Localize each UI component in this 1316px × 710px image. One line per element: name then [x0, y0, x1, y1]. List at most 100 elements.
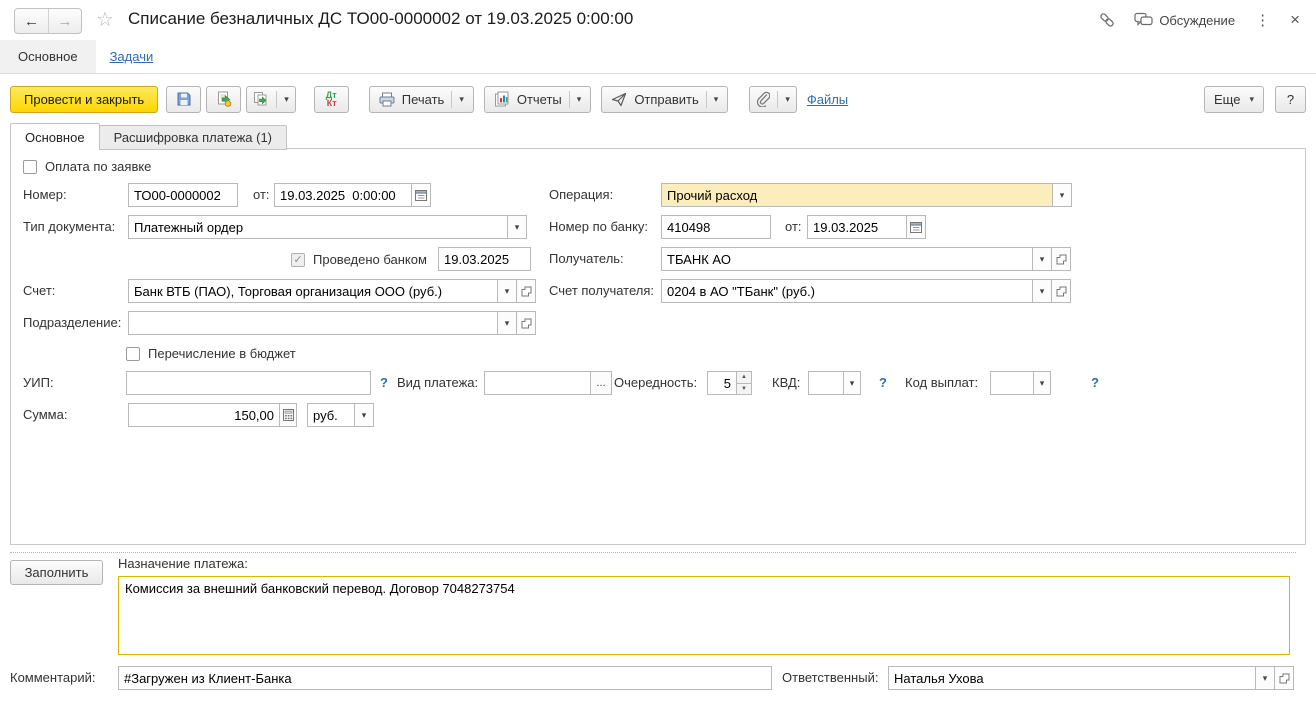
- form-splitter[interactable]: [10, 552, 1296, 553]
- reports-button[interactable]: Отчеты: [484, 86, 591, 113]
- uip-input[interactable]: [126, 371, 371, 395]
- responsible-label: Ответственный:: [782, 666, 878, 690]
- date-input[interactable]: [274, 183, 412, 207]
- payout-code-dropdown-button[interactable]: [1033, 371, 1051, 395]
- payment-purpose-textarea[interactable]: Комиссия за внешний банковский перевод. …: [118, 576, 1290, 655]
- page-title: Списание безналичных ДС ТО00-0000002 от …: [128, 9, 633, 29]
- discussion-label: Обсуждение: [1159, 13, 1235, 28]
- payee-input[interactable]: [661, 247, 1033, 271]
- discussion-button[interactable]: Обсуждение: [1134, 12, 1235, 28]
- comment-input[interactable]: [118, 666, 772, 690]
- bank-calendar-button[interactable]: [906, 215, 926, 239]
- send-button[interactable]: Отправить: [601, 86, 728, 113]
- calendar-button[interactable]: [411, 183, 431, 207]
- reports-dropdown-icon[interactable]: [569, 91, 582, 108]
- print-label: Печать: [402, 92, 445, 107]
- amount-input[interactable]: [128, 403, 280, 427]
- save-button[interactable]: [166, 86, 201, 113]
- forward-button[interactable]: →: [48, 9, 81, 33]
- step-down-icon[interactable]: ▼: [736, 383, 752, 396]
- nav-item-main[interactable]: Основное: [0, 40, 96, 73]
- copy-dropdown-icon[interactable]: [276, 91, 289, 108]
- priority-input[interactable]: [707, 371, 737, 395]
- attachments-button[interactable]: [749, 86, 797, 113]
- send-dropdown-icon[interactable]: [706, 91, 719, 108]
- tab-main[interactable]: Основное: [10, 123, 100, 150]
- account-field: [128, 279, 536, 303]
- nav-item-tasks[interactable]: Задачи: [110, 49, 154, 64]
- print-dropdown-icon[interactable]: [451, 91, 464, 108]
- priority-stepper[interactable]: ▲▼: [736, 371, 752, 395]
- department-open-button[interactable]: [516, 311, 536, 335]
- kvd-input[interactable]: [808, 371, 844, 395]
- payout-code-field: [990, 371, 1051, 395]
- operation-dropdown-button[interactable]: [1052, 183, 1072, 207]
- checkbox-box-checked: [291, 253, 305, 267]
- attachments-dropdown-icon[interactable]: [777, 91, 790, 108]
- uip-help-link[interactable]: ?: [380, 371, 388, 395]
- payee-account-dropdown-button[interactable]: [1032, 279, 1052, 303]
- payment-purpose-label: Назначение платежа:: [118, 556, 248, 571]
- account-open-button[interactable]: [516, 279, 536, 303]
- print-button[interactable]: Печать: [369, 86, 474, 113]
- date-from-label: от:: [253, 183, 270, 207]
- fill-button[interactable]: Заполнить: [10, 560, 103, 585]
- bank-processed-date-input[interactable]: [438, 247, 531, 271]
- department-dropdown-button[interactable]: [497, 311, 517, 335]
- responsible-dropdown-button[interactable]: [1255, 666, 1275, 690]
- responsible-open-button[interactable]: [1274, 666, 1294, 690]
- currency-dropdown-button[interactable]: [354, 403, 374, 427]
- save-icon: [176, 91, 192, 107]
- back-button[interactable]: ←: [15, 9, 48, 33]
- more-button[interactable]: Еще: [1204, 86, 1264, 113]
- responsible-field: [888, 666, 1294, 690]
- payment-kind-input[interactable]: [484, 371, 591, 395]
- department-input[interactable]: [128, 311, 498, 335]
- operation-input[interactable]: [661, 183, 1053, 207]
- payee-account-open-button[interactable]: [1051, 279, 1071, 303]
- payee-dropdown-button[interactable]: [1032, 247, 1052, 271]
- post-document-button[interactable]: [206, 86, 241, 113]
- debit-credit-button[interactable]: ДтКт: [314, 86, 349, 113]
- kvd-dropdown-button[interactable]: [843, 371, 861, 395]
- payee-field: [661, 247, 1071, 271]
- kvd-field: [808, 371, 861, 395]
- close-icon[interactable]: ×: [1290, 10, 1300, 30]
- post-and-close-button[interactable]: Провести и закрыть: [10, 86, 158, 113]
- payee-open-button[interactable]: [1051, 247, 1071, 271]
- kvd-help-link[interactable]: ?: [879, 371, 887, 395]
- responsible-input[interactable]: [888, 666, 1256, 690]
- payment-kind-ellipsis-button[interactable]: ...: [590, 371, 612, 395]
- payout-code-help-link[interactable]: ?: [1091, 371, 1099, 395]
- tab-payment-details[interactable]: Расшифровка платежа (1): [99, 125, 287, 150]
- bank-date-input[interactable]: [807, 215, 907, 239]
- payout-code-input[interactable]: [990, 371, 1034, 395]
- bank-processed-date-field: [438, 247, 531, 271]
- open-icon: [1279, 673, 1290, 684]
- copy-button[interactable]: [246, 86, 296, 113]
- department-field: [128, 311, 536, 335]
- doc-type-input[interactable]: [128, 215, 508, 239]
- bank-processed-checkbox[interactable]: Проведено банком: [291, 252, 427, 267]
- amount-field: [128, 403, 297, 427]
- discussion-icon: [1134, 12, 1153, 28]
- help-button[interactable]: ?: [1275, 86, 1306, 113]
- bank-date-from-label: от:: [785, 215, 802, 239]
- account-dropdown-button[interactable]: [497, 279, 517, 303]
- favorite-star-icon[interactable]: ☆: [96, 8, 114, 32]
- bank-date-field: [807, 215, 926, 239]
- copy-link-icon[interactable]: [1098, 11, 1116, 29]
- files-link[interactable]: Файлы: [807, 92, 848, 107]
- pay-by-request-checkbox[interactable]: Оплата по заявке: [23, 159, 151, 174]
- send-label: Отправить: [634, 92, 698, 107]
- number-input[interactable]: [128, 183, 238, 207]
- budget-transfer-checkbox[interactable]: Перечисление в бюджет: [126, 346, 296, 361]
- more-menu-icon[interactable]: ⋮: [1253, 11, 1272, 29]
- payee-account-input[interactable]: [661, 279, 1033, 303]
- currency-input[interactable]: [307, 403, 355, 427]
- doc-type-dropdown-button[interactable]: [507, 215, 527, 239]
- bank-number-input[interactable]: [661, 215, 771, 239]
- calculator-button[interactable]: [279, 403, 297, 427]
- open-icon: [1056, 286, 1067, 297]
- account-input[interactable]: [128, 279, 498, 303]
